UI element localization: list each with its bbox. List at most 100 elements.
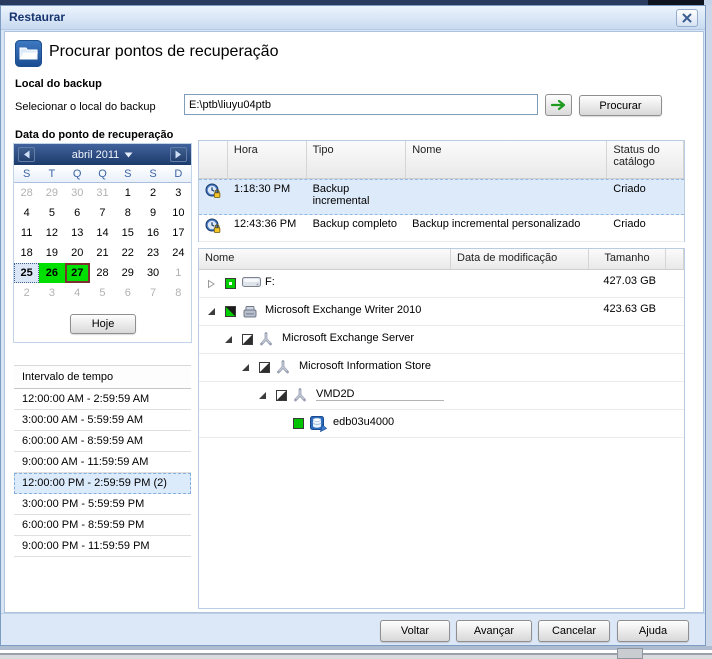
calendar-day[interactable]: 14 bbox=[90, 223, 115, 243]
tree-checkbox[interactable] bbox=[259, 362, 270, 373]
drive-icon bbox=[242, 276, 261, 291]
calendar-day[interactable]: 30 bbox=[65, 183, 90, 203]
calendar-day[interactable]: 23 bbox=[140, 243, 165, 263]
calendar-next-button[interactable] bbox=[170, 147, 187, 162]
dialog-footer: Voltar Avançar Cancelar Ajuda bbox=[1, 613, 705, 645]
tree-row[interactable]: edb03u4000 bbox=[199, 410, 684, 438]
today-button[interactable]: Hoje bbox=[70, 314, 136, 334]
column-header-icon[interactable] bbox=[199, 141, 228, 178]
calendar-day[interactable]: 15 bbox=[115, 223, 140, 243]
backup-path-input[interactable] bbox=[184, 94, 538, 115]
time-range-item[interactable]: 3:00:00 AM - 5:59:59 AM bbox=[14, 410, 191, 431]
column-header[interactable]: Tamanho bbox=[589, 249, 666, 269]
recovery-point-row[interactable]: 1:18:30 PM Backup incremental Criado bbox=[199, 179, 684, 215]
calendar-day[interactable]: 6 bbox=[65, 203, 90, 223]
collapse-icon[interactable] bbox=[224, 335, 233, 344]
tree-checkbox[interactable] bbox=[276, 390, 287, 401]
collapse-icon[interactable] bbox=[207, 307, 216, 316]
tree-row[interactable]: Microsoft Exchange Server bbox=[199, 326, 684, 354]
calendar-day[interactable]: 7 bbox=[140, 283, 165, 303]
expand-icon[interactable] bbox=[207, 279, 216, 289]
column-header-filler[interactable] bbox=[666, 249, 684, 269]
tree-row[interactable]: Microsoft Exchange Writer 2010 423.63 GB bbox=[199, 298, 684, 326]
tree-checkbox[interactable] bbox=[242, 334, 253, 345]
calendar-day[interactable]: 4 bbox=[65, 283, 90, 303]
calendar-day[interactable]: 4 bbox=[14, 203, 39, 223]
calendar-day[interactable]: 2 bbox=[14, 283, 39, 303]
collapse-icon[interactable] bbox=[241, 363, 250, 372]
calendar-day[interactable]: 9 bbox=[140, 203, 165, 223]
back-button[interactable]: Voltar bbox=[380, 620, 450, 642]
calendar-day[interactable]: 11 bbox=[14, 223, 39, 243]
calendar-month-dropdown[interactable]: abril 2011 bbox=[72, 149, 134, 161]
calendar-day[interactable]: 22 bbox=[115, 243, 140, 263]
calendar-day[interactable]: 17 bbox=[166, 223, 191, 243]
calendar-day[interactable]: 10 bbox=[166, 203, 191, 223]
calendar-day[interactable]: 8 bbox=[166, 283, 191, 303]
column-header[interactable]: Nome bbox=[199, 249, 451, 269]
column-header[interactable]: Tipo bbox=[307, 141, 407, 178]
column-header[interactable]: Status do catálogo bbox=[607, 141, 685, 178]
tree-row[interactable]: F: 427.03 GB bbox=[199, 270, 684, 298]
tree-node-label: Microsoft Exchange Server bbox=[282, 332, 415, 344]
next-button[interactable]: Avançar bbox=[456, 620, 532, 642]
calendar-weekday-row: STQQSSD bbox=[14, 165, 191, 183]
calendar-day[interactable]: 5 bbox=[39, 203, 64, 223]
column-header[interactable]: Data de modificação bbox=[451, 249, 589, 269]
calendar-day[interactable]: 6 bbox=[115, 283, 140, 303]
dialog-titlebar[interactable]: Restaurar bbox=[1, 6, 705, 30]
calendar-day[interactable]: 21 bbox=[90, 243, 115, 263]
tree-row[interactable]: Microsoft Information Store bbox=[199, 354, 684, 382]
tree-checkbox[interactable] bbox=[225, 306, 236, 317]
help-button[interactable]: Ajuda bbox=[617, 620, 689, 642]
cancel-button[interactable]: Cancelar bbox=[538, 620, 610, 642]
calendar-day[interactable]: 2 bbox=[140, 183, 165, 203]
time-range-item[interactable]: 9:00:00 AM - 11:59:59 AM bbox=[14, 452, 191, 473]
recovery-point-row[interactable]: 12:43:36 PM Backup completo Backup increme… bbox=[199, 215, 684, 242]
calendar-day[interactable]: 3 bbox=[166, 183, 191, 203]
calendar-day[interactable]: 8 bbox=[115, 203, 140, 223]
calendar-day[interactable]: 3 bbox=[39, 283, 64, 303]
calendar-day[interactable]: 12 bbox=[39, 223, 64, 243]
calendar-weekday: S bbox=[149, 167, 157, 180]
calendar-day[interactable]: 20 bbox=[65, 243, 90, 263]
calendar-day[interactable]: 26 bbox=[39, 263, 65, 283]
calendar-day[interactable]: 29 bbox=[39, 183, 64, 203]
tree-checkbox[interactable] bbox=[293, 418, 304, 429]
time-range-item[interactable]: 12:00:00 PM - 2:59:59 PM (2) bbox=[14, 473, 191, 494]
calendar-day[interactable]: 13 bbox=[65, 223, 90, 243]
calendar-day[interactable]: 7 bbox=[90, 203, 115, 223]
calendar-day[interactable]: 16 bbox=[140, 223, 165, 243]
calendar-day[interactable]: 31 bbox=[90, 183, 115, 203]
vss-icon bbox=[293, 388, 307, 405]
calendar-day[interactable]: 30 bbox=[140, 263, 165, 283]
tree-size-value: 423.63 GB bbox=[603, 303, 656, 315]
calendar-prev-button[interactable] bbox=[18, 147, 35, 162]
calendar-day[interactable]: 5 bbox=[90, 283, 115, 303]
close-button[interactable] bbox=[676, 9, 698, 27]
calendar-day[interactable]: 25 bbox=[14, 263, 40, 283]
collapse-icon[interactable] bbox=[258, 391, 267, 400]
calendar-day[interactable]: 27 bbox=[64, 263, 90, 283]
tree-checkbox[interactable] bbox=[225, 278, 236, 289]
time-range-item[interactable]: 6:00:00 AM - 8:59:59 AM bbox=[14, 431, 191, 452]
calendar-day[interactable]: 28 bbox=[14, 183, 39, 203]
time-range-item[interactable]: 12:00:00 AM - 2:59:59 AM bbox=[14, 389, 191, 410]
calendar-day[interactable]: 24 bbox=[166, 243, 191, 263]
column-header[interactable]: Nome bbox=[406, 141, 608, 178]
calendar-day[interactable]: 1 bbox=[166, 263, 191, 283]
calendar-day[interactable]: 28 bbox=[90, 263, 115, 283]
cell-status: Criado bbox=[613, 218, 646, 230]
column-header[interactable]: Hora bbox=[228, 141, 307, 178]
calendar-day[interactable]: 19 bbox=[39, 243, 64, 263]
dialog-title: Restaurar bbox=[9, 10, 66, 24]
calendar-day[interactable]: 1 bbox=[115, 183, 140, 203]
go-button[interactable] bbox=[545, 94, 572, 116]
browse-button[interactable]: Procurar bbox=[579, 95, 662, 116]
time-range-item[interactable]: 3:00:00 PM - 5:59:59 PM bbox=[14, 494, 191, 515]
calendar-day[interactable]: 29 bbox=[115, 263, 140, 283]
time-range-item[interactable]: 9:00:00 PM - 11:59:59 PM bbox=[14, 536, 191, 557]
calendar-day[interactable]: 18 bbox=[14, 243, 39, 263]
time-range-item[interactable]: 6:00:00 PM - 8:59:59 PM bbox=[14, 515, 191, 536]
tree-row[interactable]: VMD2D bbox=[199, 382, 684, 410]
